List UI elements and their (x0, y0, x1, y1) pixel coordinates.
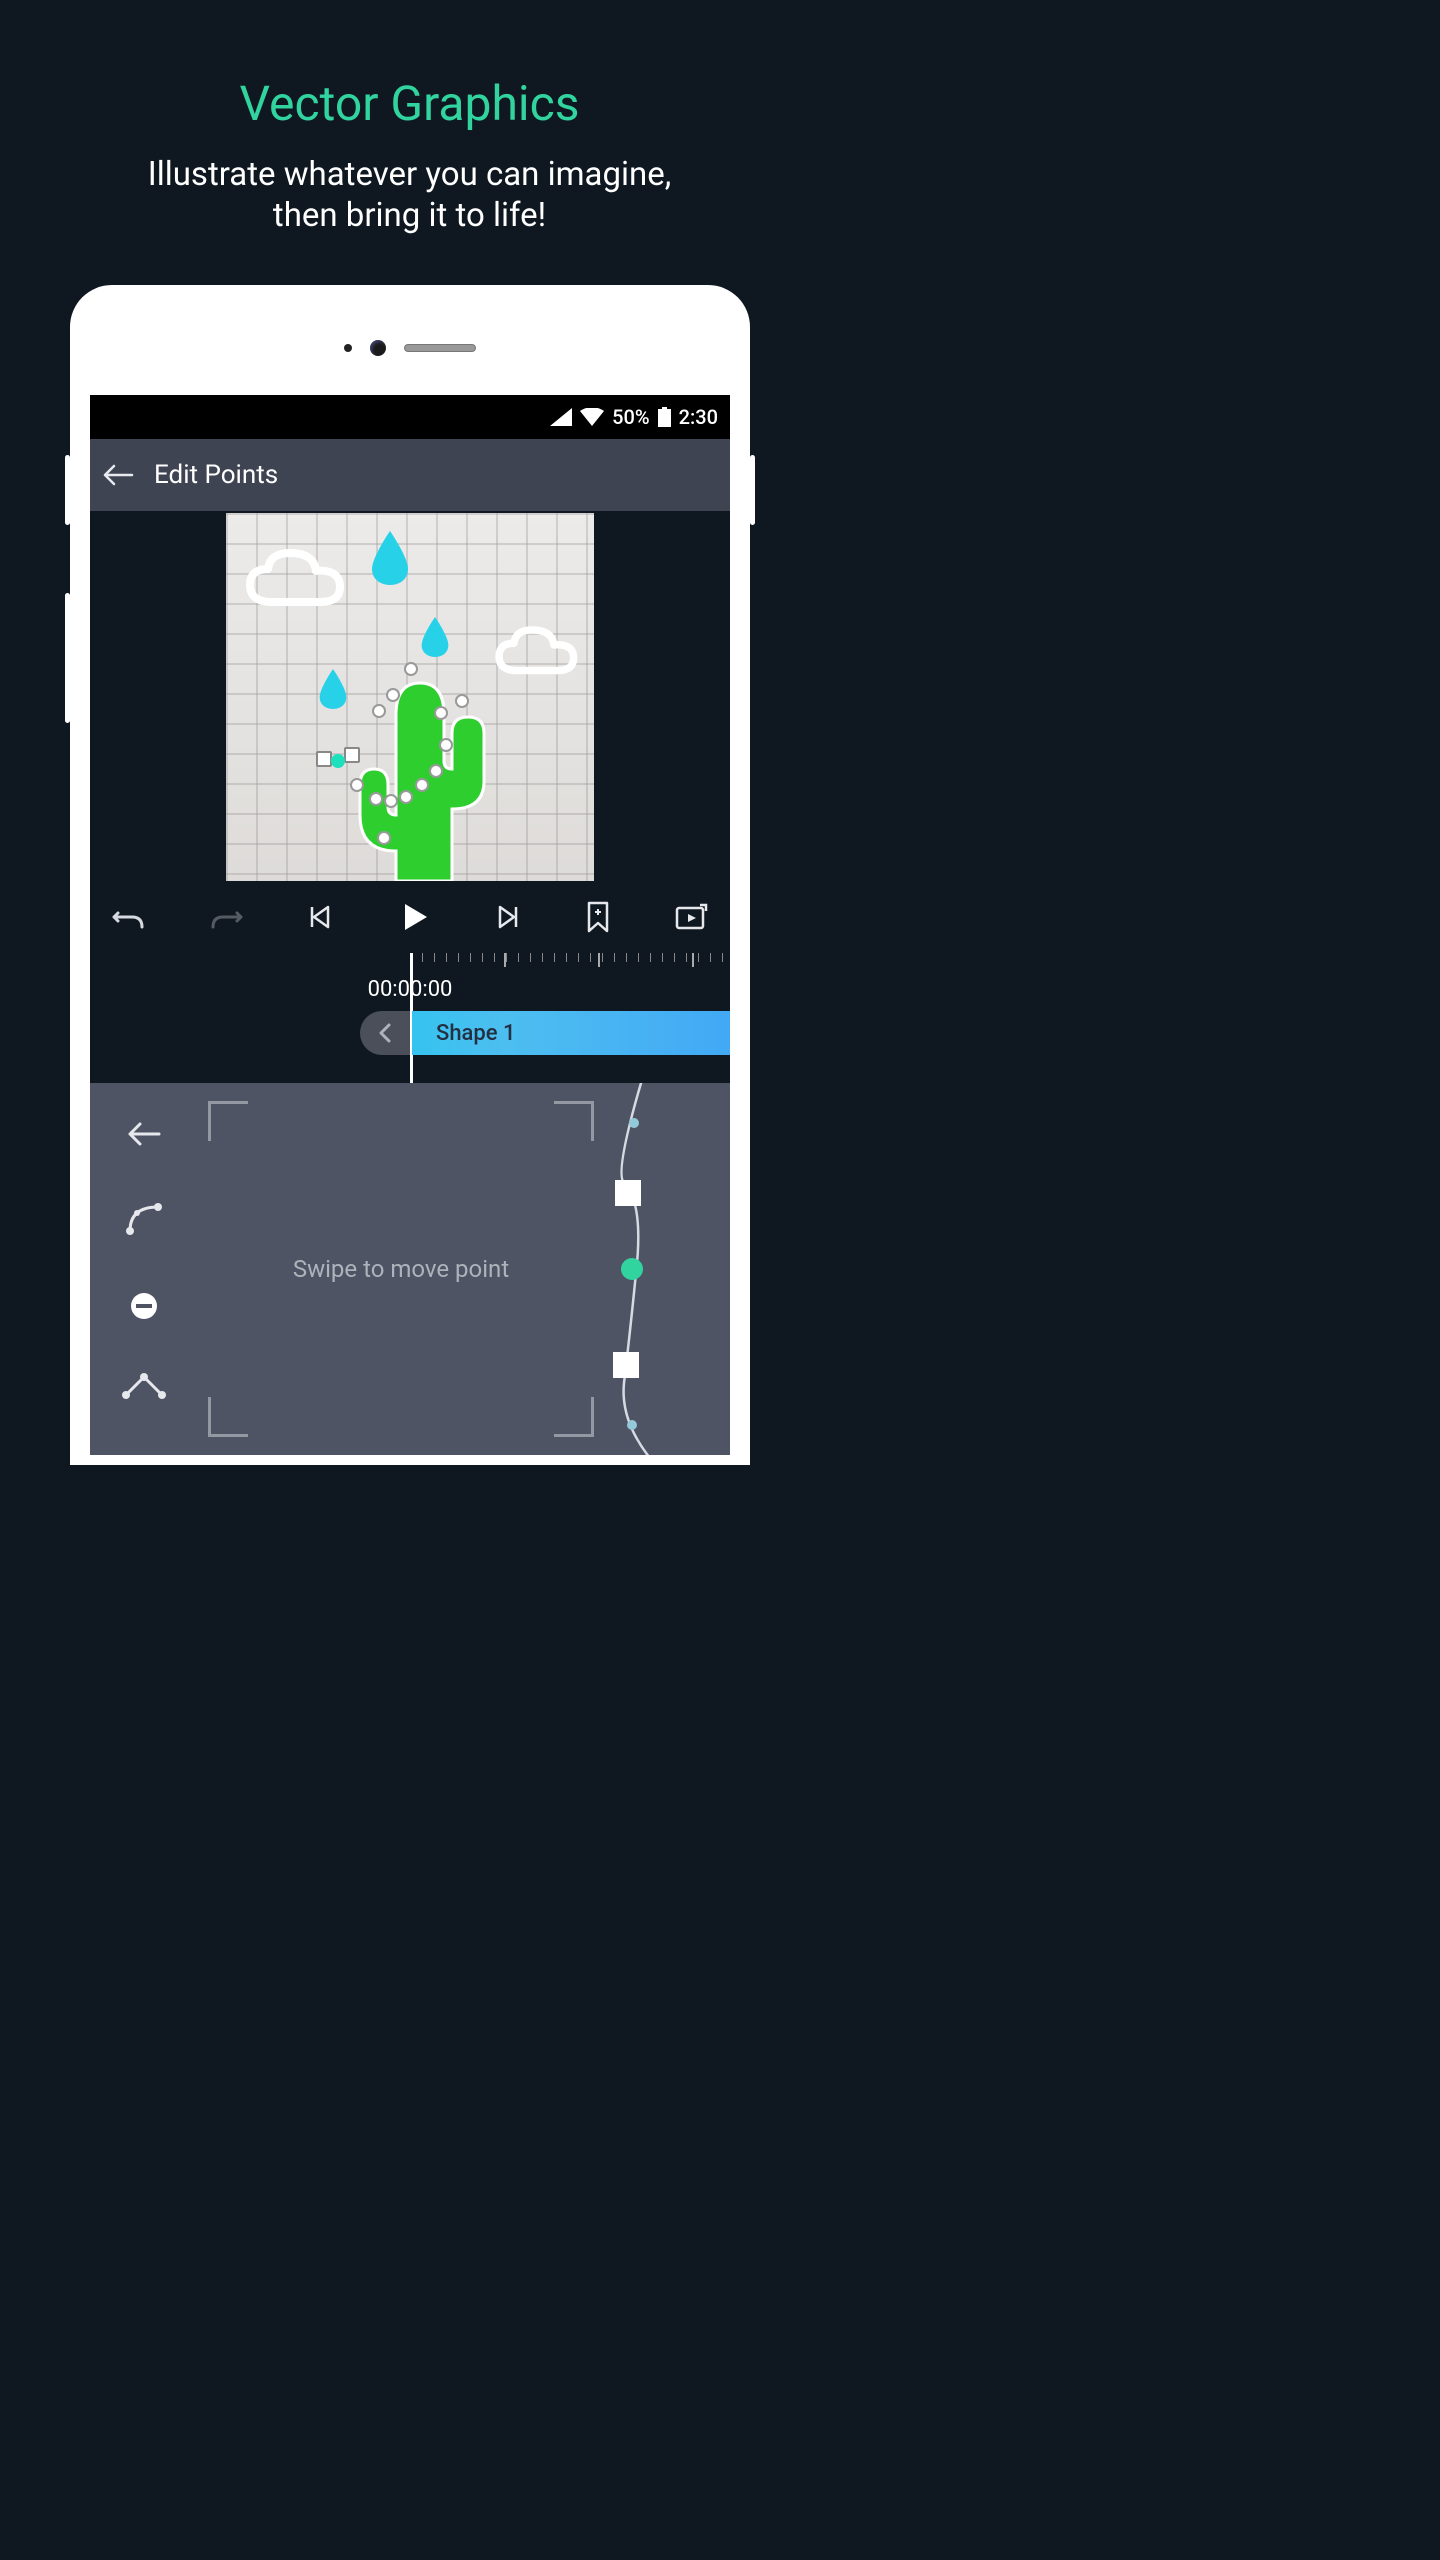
control-point[interactable] (384, 794, 398, 808)
control-point[interactable] (415, 778, 429, 792)
tool-column (90, 1083, 198, 1455)
loop-icon[interactable] (674, 902, 708, 932)
transport-bar (90, 881, 730, 953)
skip-end-icon[interactable] (494, 903, 522, 931)
play-icon[interactable] (397, 900, 431, 934)
battery-percent: 50% (612, 405, 649, 429)
title-bar: Edit Points (90, 439, 730, 511)
node-dot[interactable] (629, 1118, 639, 1128)
back-tool-icon[interactable] (125, 1121, 163, 1147)
node-active[interactable] (621, 1258, 643, 1280)
undo-icon[interactable] (112, 903, 146, 931)
delete-point-icon[interactable] (129, 1291, 159, 1321)
move-pad[interactable]: Swipe to move point (198, 1083, 604, 1455)
timeline-time: 00:00:00 (90, 967, 730, 1011)
bookmark-add-icon[interactable] (585, 901, 611, 933)
tablet-frame: 50% 2:30 Edit Points (70, 285, 750, 1465)
canvas[interactable] (90, 511, 730, 881)
control-point[interactable] (439, 738, 453, 752)
control-handle[interactable] (344, 747, 360, 763)
pad-corner (208, 1101, 248, 1141)
back-arrow-icon[interactable] (102, 463, 134, 487)
control-point[interactable] (350, 778, 364, 792)
track-label: Shape 1 (436, 1021, 516, 1046)
move-pad-hint: Swipe to move point (293, 1255, 509, 1283)
control-point[interactable] (399, 790, 413, 804)
status-time: 2:30 (679, 405, 718, 429)
app-screen: 50% 2:30 Edit Points (90, 395, 730, 1455)
battery-icon (658, 407, 671, 427)
cloud-shape[interactable] (242, 547, 352, 617)
promo-title: Vector Graphics (0, 0, 819, 132)
redo-icon[interactable] (209, 903, 243, 931)
pad-corner (208, 1397, 248, 1437)
status-bar: 50% 2:30 (90, 395, 730, 439)
control-point[interactable] (434, 706, 448, 720)
control-point[interactable] (369, 792, 383, 806)
control-point-selected[interactable] (331, 754, 345, 768)
device-camera (344, 340, 476, 356)
node-sequence[interactable] (604, 1083, 730, 1455)
control-point[interactable] (455, 694, 469, 708)
raindrop-shape[interactable] (370, 531, 410, 585)
device-button (65, 593, 70, 723)
corner-point-icon[interactable] (122, 1373, 166, 1399)
control-point[interactable] (404, 662, 418, 676)
skip-start-icon[interactable] (306, 903, 334, 931)
control-point[interactable] (429, 764, 443, 778)
control-point[interactable] (377, 831, 391, 845)
promo-subtitle: Illustrate whatever you can imagine,then… (0, 154, 819, 237)
control-point[interactable] (372, 704, 386, 718)
point-editor: Swipe to move point (90, 1083, 730, 1455)
signal-icon (550, 408, 572, 426)
curve-tool-icon[interactable] (124, 1199, 164, 1239)
node-square[interactable] (613, 1352, 639, 1378)
pad-corner (554, 1397, 594, 1437)
device-button (750, 455, 755, 525)
prev-segment-button[interactable] (360, 1011, 410, 1055)
node-dot[interactable] (627, 1420, 637, 1430)
node-square[interactable] (615, 1180, 641, 1206)
screen-title: Edit Points (154, 460, 278, 490)
timeline-track[interactable]: Shape 1 (90, 1011, 730, 1055)
control-handle[interactable] (316, 751, 332, 767)
pad-corner (554, 1101, 594, 1141)
track-segment[interactable]: Shape 1 (412, 1011, 730, 1055)
control-point[interactable] (386, 688, 400, 702)
device-button (65, 455, 70, 525)
wifi-icon (580, 408, 604, 426)
